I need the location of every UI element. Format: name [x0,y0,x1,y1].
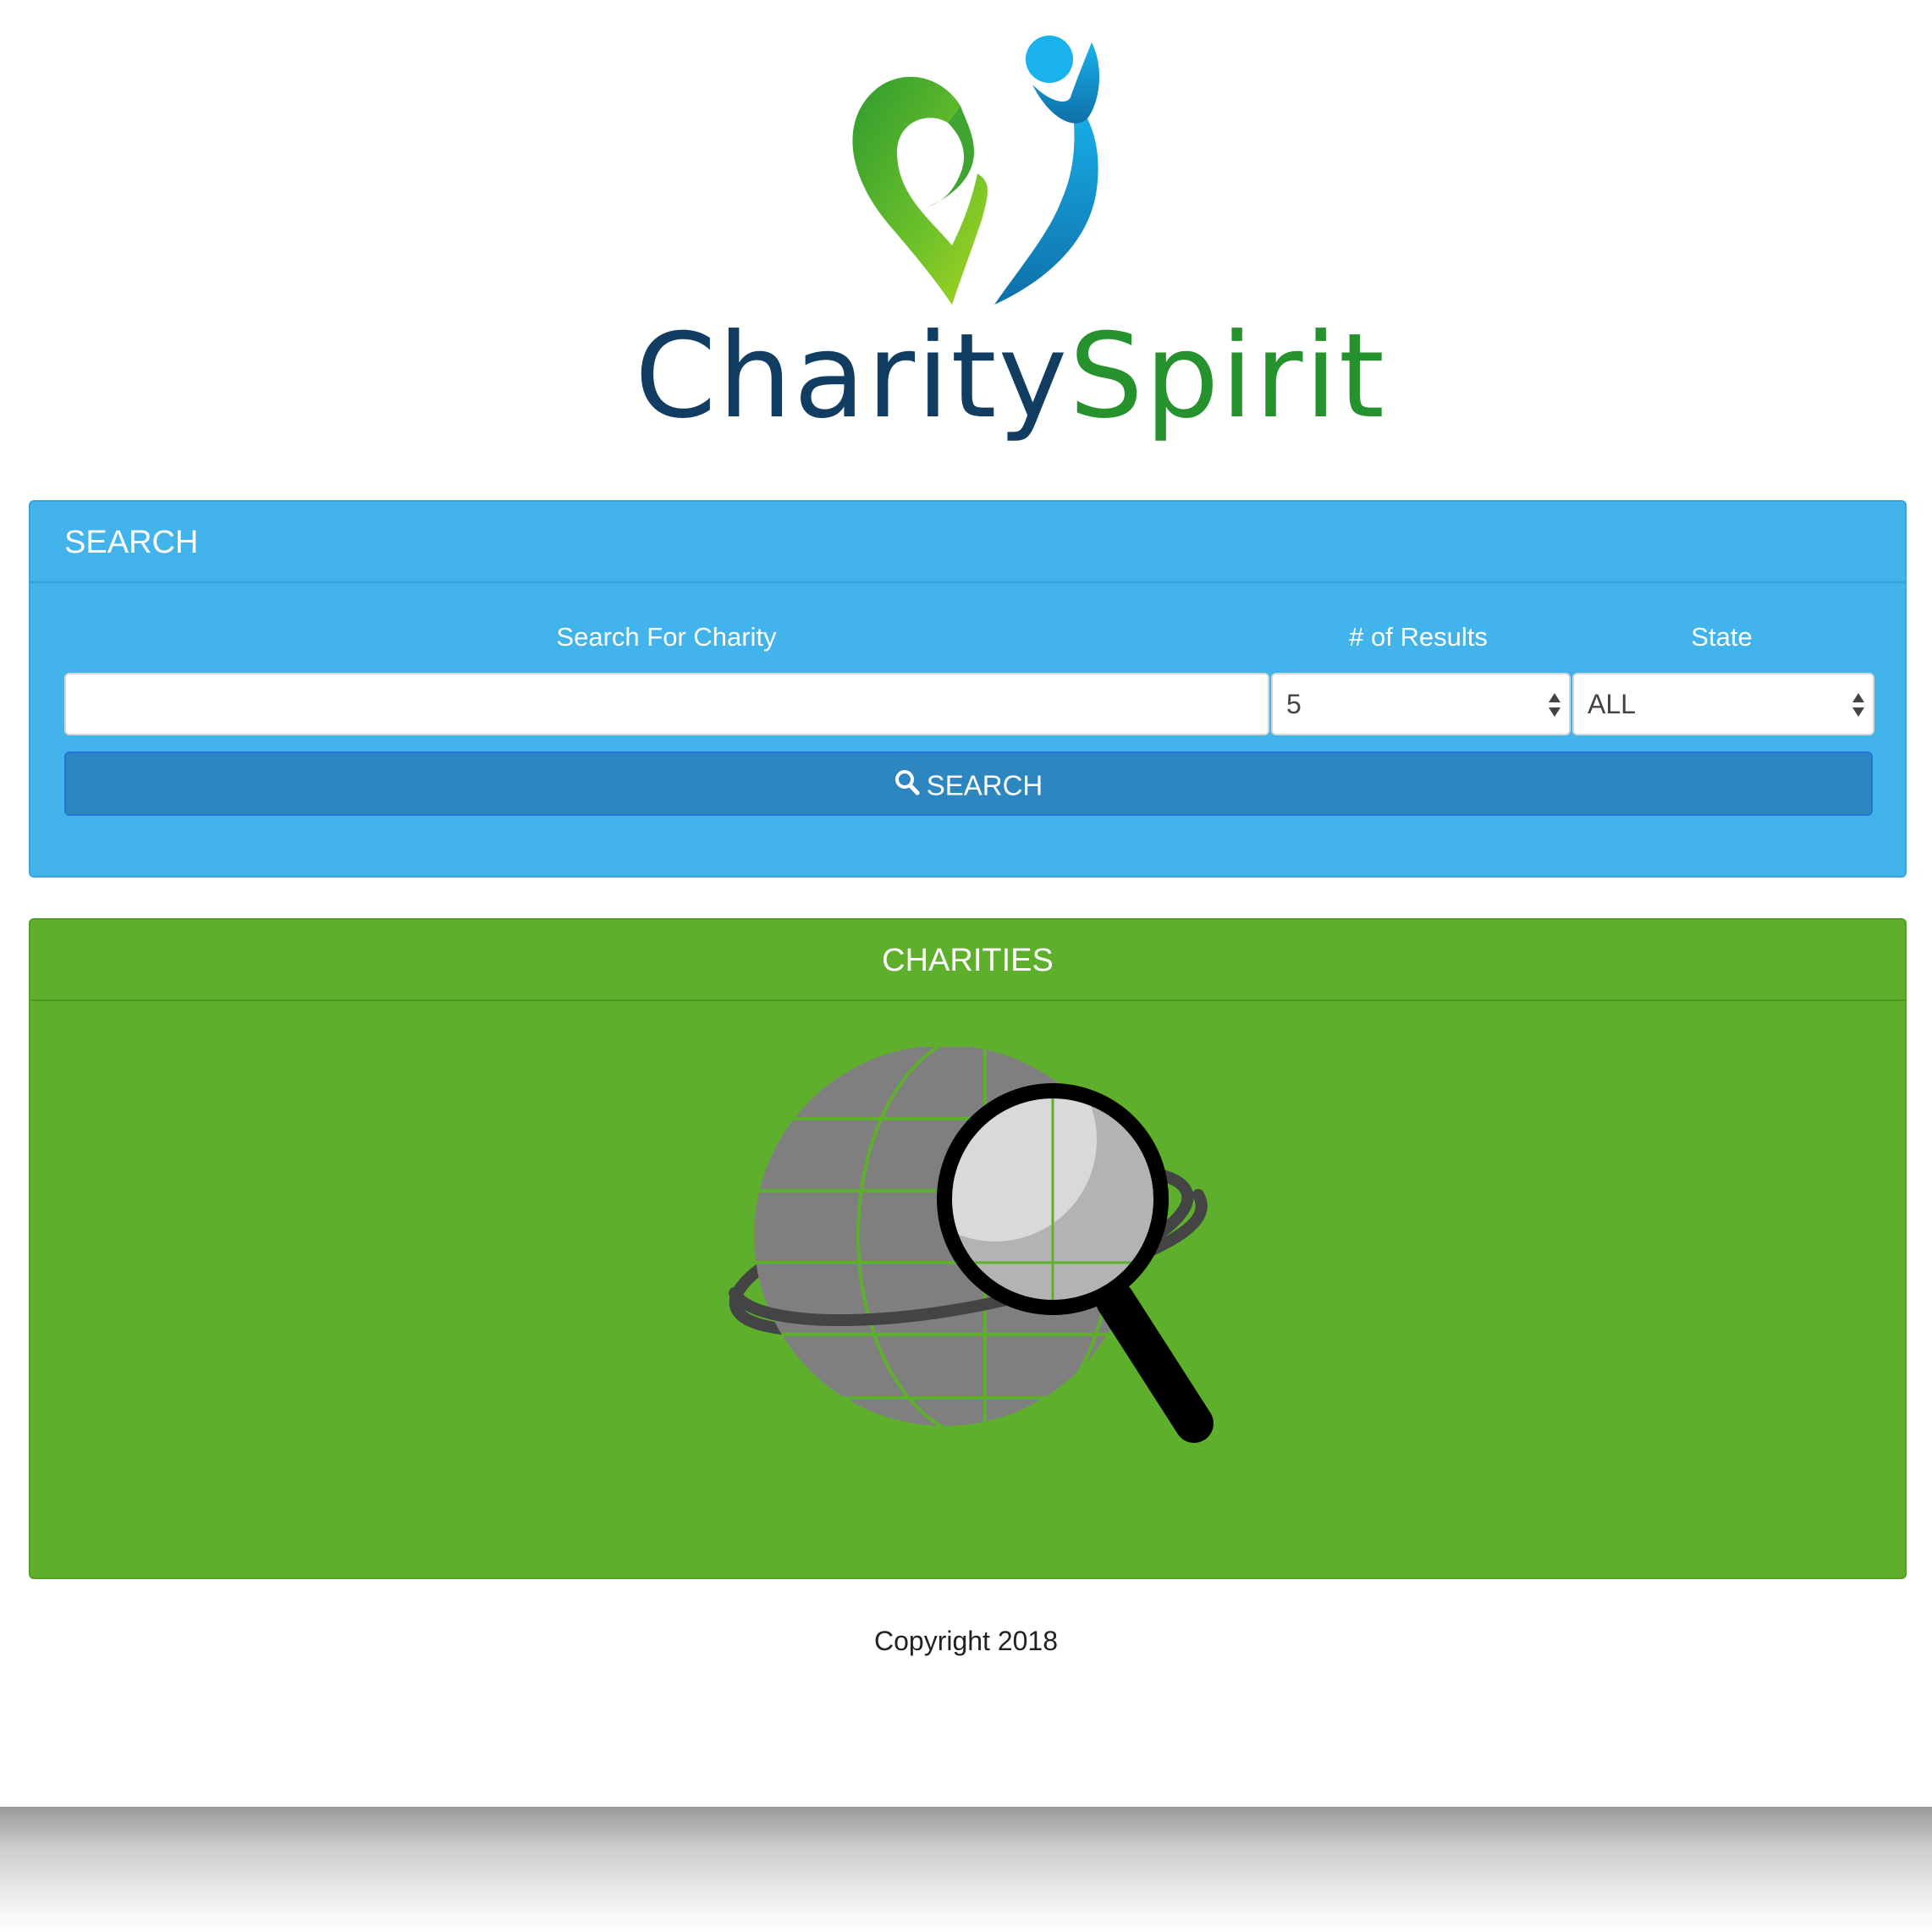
search-panel-title: SEARCH [30,502,1905,583]
search-panel: SEARCH Search For Charity # of Results S… [29,500,1907,878]
state-value: ALL [1588,689,1636,719]
results-count-label: # of Results [1349,622,1488,652]
search-query-label: Search For Charity [556,622,777,652]
charity-spirit-logo: CharitySpirit [609,25,1384,449]
logo-wordmark: CharitySpirit [635,308,1384,444]
select-arrows-icon [1852,693,1864,717]
results-count-select[interactable]: 5 [1271,673,1571,735]
state-label: State [1691,622,1753,652]
charities-panel-title: CHARITIES [30,920,1905,1001]
charities-panel: CHARITIES [29,918,1907,1579]
logo-word-charity: Charity [635,308,1070,444]
page: CharitySpirit SEARCH Search For Charity … [0,0,1932,1807]
globe-magnifier-icon [729,1047,1214,1443]
window-bottom-shadow [0,1807,1932,1932]
search-icon [894,770,920,795]
state-select[interactable]: ALL [1572,673,1874,735]
search-button-label: SEARCH [926,769,1043,801]
select-arrows-icon [1549,693,1560,717]
search-input[interactable] [64,673,1269,735]
heart-with-person-icon [852,36,1100,305]
search-button[interactable]: SEARCH [64,751,1873,816]
results-count-value: 5 [1286,689,1302,719]
logo-word-spirit: Spirit [1069,308,1386,444]
footer-copyright: Copyright 2018 [873,1626,1059,1656]
